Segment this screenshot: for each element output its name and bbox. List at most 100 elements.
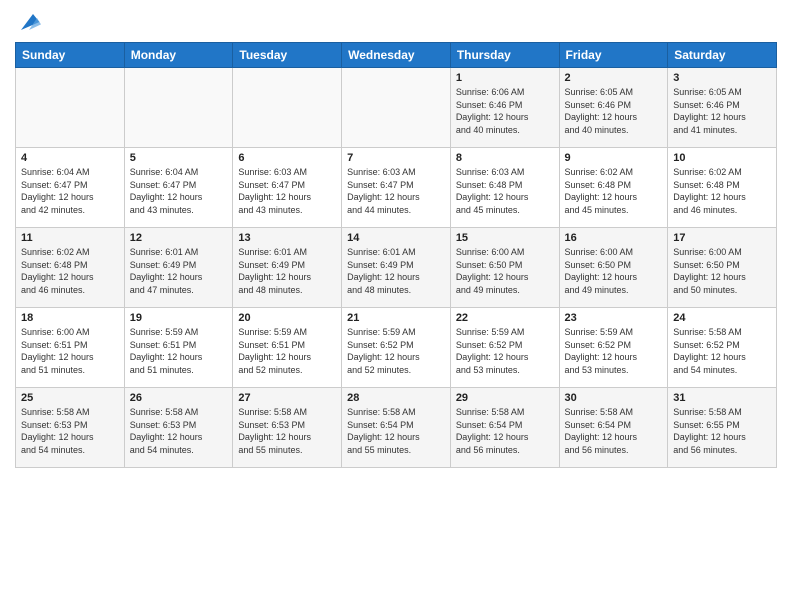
day-number: 3 <box>673 72 771 84</box>
day-cell: 30Sunrise: 5:58 AM Sunset: 6:54 PM Dayli… <box>559 388 668 468</box>
day-cell <box>124 68 233 148</box>
day-info: Sunrise: 6:00 AM Sunset: 6:51 PM Dayligh… <box>21 326 119 376</box>
day-info: Sunrise: 6:00 AM Sunset: 6:50 PM Dayligh… <box>673 246 771 296</box>
day-info: Sunrise: 6:03 AM Sunset: 6:47 PM Dayligh… <box>347 166 445 216</box>
day-cell: 10 Sunrise: 6:02 AM Sunset: 6:48 PM Dayli… <box>668 148 777 228</box>
header-day-monday: Monday <box>124 43 233 68</box>
day-info: Sunrise: 5:58 AM Sunset: 6:52 PM Dayligh… <box>673 326 771 376</box>
day-cell <box>233 68 342 148</box>
day-number: 13 <box>238 232 336 244</box>
day-cell: 8 Sunrise: 6:03 AM Sunset: 6:48 PM Daylig… <box>450 148 559 228</box>
day-number: 2 <box>565 72 663 84</box>
header-row: SundayMondayTuesdayWednesdayThursdayFrid… <box>16 43 777 68</box>
day-cell: 1Sunrise: 6:06 AM Sunset: 6:46 PM Daylig… <box>450 68 559 148</box>
day-info: Sunrise: 6:01 AM Sunset: 6:49 PM Dayligh… <box>347 246 445 296</box>
day-cell: 2 Sunrise: 6:05 AM Sunset: 6:46 PM Daylig… <box>559 68 668 148</box>
day-cell: 4 Sunrise: 6:04 AM Sunset: 6:47 PM Daylig… <box>16 148 125 228</box>
day-cell: 3 Sunrise: 6:05 AM Sunset: 6:46 PM Daylig… <box>668 68 777 148</box>
day-info: Sunrise: 6:04 AM Sunset: 6:47 PM Dayligh… <box>130 166 228 216</box>
day-number: 6 <box>238 152 336 164</box>
week-row-3: 18 Sunrise: 6:00 AM Sunset: 6:51 PM Dayli… <box>16 308 777 388</box>
day-number: 29 <box>456 392 554 404</box>
day-number: 26 <box>130 392 228 404</box>
logo-icon <box>17 10 41 34</box>
day-info: Sunrise: 6:02 AM Sunset: 6:48 PM Dayligh… <box>673 166 771 216</box>
day-number: 27 <box>238 392 336 404</box>
day-cell: 16Sunrise: 6:00 AM Sunset: 6:50 PM Dayli… <box>559 228 668 308</box>
day-number: 11 <box>21 232 119 244</box>
day-info: Sunrise: 6:04 AM Sunset: 6:47 PM Dayligh… <box>21 166 119 216</box>
day-cell: 11 Sunrise: 6:02 AM Sunset: 6:48 PM Dayli… <box>16 228 125 308</box>
week-row-2: 11 Sunrise: 6:02 AM Sunset: 6:48 PM Dayli… <box>16 228 777 308</box>
day-info: Sunrise: 5:59 AM Sunset: 6:51 PM Dayligh… <box>130 326 228 376</box>
day-number: 24 <box>673 312 771 324</box>
day-number: 8 <box>456 152 554 164</box>
day-number: 15 <box>456 232 554 244</box>
day-cell: 14 Sunrise: 6:01 AM Sunset: 6:49 PM Dayli… <box>342 228 451 308</box>
day-info: Sunrise: 5:58 AM Sunset: 6:54 PM Dayligh… <box>456 406 554 456</box>
day-number: 9 <box>565 152 663 164</box>
day-cell: 22Sunrise: 5:59 AM Sunset: 6:52 PM Dayli… <box>450 308 559 388</box>
day-cell: 7 Sunrise: 6:03 AM Sunset: 6:47 PM Daylig… <box>342 148 451 228</box>
day-cell: 29 Sunrise: 5:58 AM Sunset: 6:54 PM Dayli… <box>450 388 559 468</box>
day-info: Sunrise: 5:59 AM Sunset: 6:52 PM Dayligh… <box>565 326 663 376</box>
day-number: 23 <box>565 312 663 324</box>
day-cell: 21 Sunrise: 5:59 AM Sunset: 6:52 PM Dayli… <box>342 308 451 388</box>
day-info: Sunrise: 6:05 AM Sunset: 6:46 PM Dayligh… <box>673 86 771 136</box>
day-cell: 26 Sunrise: 5:58 AM Sunset: 6:53 PM Dayli… <box>124 388 233 468</box>
day-cell: 24 Sunrise: 5:58 AM Sunset: 6:52 PM Dayli… <box>668 308 777 388</box>
day-info: Sunrise: 5:59 AM Sunset: 6:51 PM Dayligh… <box>238 326 336 376</box>
day-cell: 27 Sunrise: 5:58 AM Sunset: 6:53 PM Dayli… <box>233 388 342 468</box>
day-cell: 17 Sunrise: 6:00 AM Sunset: 6:50 PM Dayli… <box>668 228 777 308</box>
day-cell: 19 Sunrise: 5:59 AM Sunset: 6:51 PM Dayli… <box>124 308 233 388</box>
day-info: Sunrise: 5:58 AM Sunset: 6:53 PM Dayligh… <box>21 406 119 456</box>
day-number: 10 <box>673 152 771 164</box>
header-day-thursday: Thursday <box>450 43 559 68</box>
day-number: 14 <box>347 232 445 244</box>
day-info: Sunrise: 6:00 AM Sunset: 6:50 PM Dayligh… <box>456 246 554 296</box>
day-cell: 13 Sunrise: 6:01 AM Sunset: 6:49 PM Dayli… <box>233 228 342 308</box>
calendar-table: SundayMondayTuesdayWednesdayThursdayFrid… <box>15 42 777 468</box>
day-info: Sunrise: 6:01 AM Sunset: 6:49 PM Dayligh… <box>130 246 228 296</box>
day-info: Sunrise: 5:58 AM Sunset: 6:54 PM Dayligh… <box>347 406 445 456</box>
day-number: 19 <box>130 312 228 324</box>
day-info: Sunrise: 5:58 AM Sunset: 6:55 PM Dayligh… <box>673 406 771 456</box>
header-day-tuesday: Tuesday <box>233 43 342 68</box>
day-number: 7 <box>347 152 445 164</box>
header-day-friday: Friday <box>559 43 668 68</box>
page: SundayMondayTuesdayWednesdayThursdayFrid… <box>0 0 792 612</box>
day-cell <box>16 68 125 148</box>
header <box>15 10 777 34</box>
day-info: Sunrise: 5:58 AM Sunset: 6:53 PM Dayligh… <box>130 406 228 456</box>
day-cell: 18 Sunrise: 6:00 AM Sunset: 6:51 PM Dayli… <box>16 308 125 388</box>
day-number: 18 <box>21 312 119 324</box>
header-day-sunday: Sunday <box>16 43 125 68</box>
week-row-1: 4 Sunrise: 6:04 AM Sunset: 6:47 PM Daylig… <box>16 148 777 228</box>
day-cell: 28 Sunrise: 5:58 AM Sunset: 6:54 PM Dayli… <box>342 388 451 468</box>
day-cell: 31Sunrise: 5:58 AM Sunset: 6:55 PM Dayli… <box>668 388 777 468</box>
day-number: 16 <box>565 232 663 244</box>
header-day-wednesday: Wednesday <box>342 43 451 68</box>
day-info: Sunrise: 6:03 AM Sunset: 6:47 PM Dayligh… <box>238 166 336 216</box>
day-cell: 12 Sunrise: 6:01 AM Sunset: 6:49 PM Dayli… <box>124 228 233 308</box>
day-info: Sunrise: 6:05 AM Sunset: 6:46 PM Dayligh… <box>565 86 663 136</box>
day-number: 12 <box>130 232 228 244</box>
day-info: Sunrise: 6:03 AM Sunset: 6:48 PM Dayligh… <box>456 166 554 216</box>
day-number: 4 <box>21 152 119 164</box>
day-number: 17 <box>673 232 771 244</box>
day-cell: 9Sunrise: 6:02 AM Sunset: 6:48 PM Daylig… <box>559 148 668 228</box>
day-info: Sunrise: 5:59 AM Sunset: 6:52 PM Dayligh… <box>347 326 445 376</box>
day-info: Sunrise: 6:02 AM Sunset: 6:48 PM Dayligh… <box>21 246 119 296</box>
day-number: 25 <box>21 392 119 404</box>
day-number: 20 <box>238 312 336 324</box>
day-number: 1 <box>456 72 554 84</box>
day-cell: 5Sunrise: 6:04 AM Sunset: 6:47 PM Daylig… <box>124 148 233 228</box>
day-number: 22 <box>456 312 554 324</box>
day-number: 28 <box>347 392 445 404</box>
day-info: Sunrise: 6:01 AM Sunset: 6:49 PM Dayligh… <box>238 246 336 296</box>
week-row-0: 1Sunrise: 6:06 AM Sunset: 6:46 PM Daylig… <box>16 68 777 148</box>
day-info: Sunrise: 5:58 AM Sunset: 6:53 PM Dayligh… <box>238 406 336 456</box>
logo <box>15 10 41 34</box>
day-cell: 6 Sunrise: 6:03 AM Sunset: 6:47 PM Daylig… <box>233 148 342 228</box>
day-number: 21 <box>347 312 445 324</box>
